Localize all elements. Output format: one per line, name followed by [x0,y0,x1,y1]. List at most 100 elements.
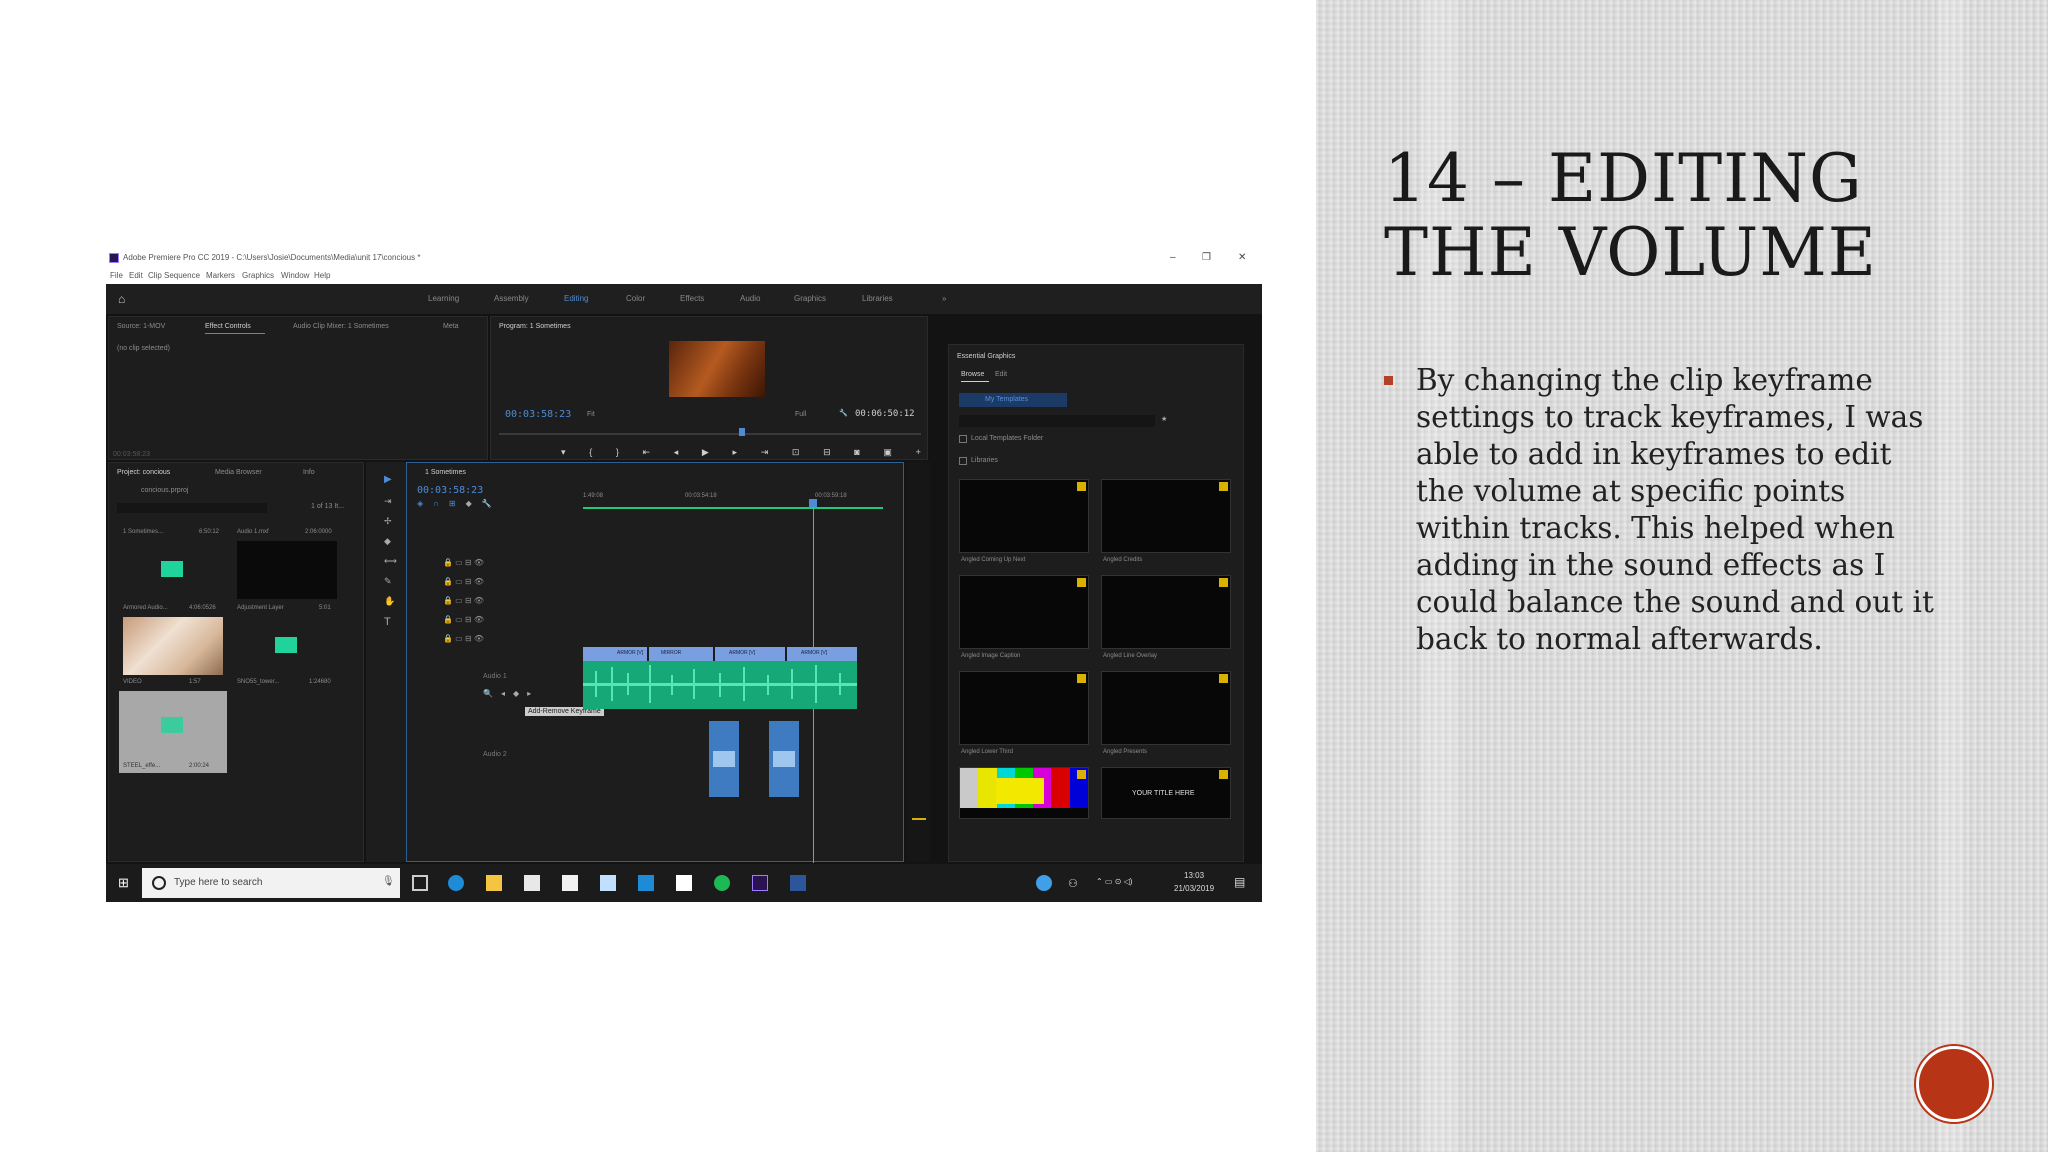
tab-info[interactable]: Info [303,469,315,476]
template-thumb[interactable] [959,575,1089,649]
premiere-taskbar-icon[interactable] [752,875,768,891]
workspace-assembly[interactable]: Assembly [494,294,529,303]
store-icon[interactable] [524,875,540,891]
project-item-thumb[interactable] [237,617,337,675]
star-icon[interactable]: ★ [1161,415,1167,423]
menu-sequence[interactable]: Sequence [164,271,200,280]
audio-clip[interactable] [583,661,857,709]
tab-source[interactable]: Source: 1-MOV [117,323,165,330]
marker-icon[interactable]: ▾ [561,447,566,457]
add-button-icon[interactable]: + [916,447,921,457]
template-thumb[interactable] [959,479,1089,553]
menu-clip[interactable]: Clip [148,271,162,280]
program-fit-select[interactable]: Fit [587,411,595,418]
clock-time[interactable]: 13:03 [1184,871,1204,880]
ripple-edit-tool-icon[interactable]: ✢ [384,516,392,527]
linked-selection-icon[interactable]: ⊞ [449,499,466,508]
lift-icon[interactable]: ⊡ [792,447,800,457]
menu-file[interactable]: File [110,271,123,280]
workspace-learning[interactable]: Learning [428,294,459,303]
tab-browse[interactable]: Browse [961,371,984,378]
edge-icon[interactable] [448,875,464,891]
snap-icon[interactable]: ∩ [433,499,449,508]
tray-app-icon[interactable] [1036,875,1052,891]
pen-tool-icon[interactable]: ✎ [384,576,392,587]
templates-dropdown[interactable]: My Templates [959,393,1067,407]
track-select-tool-icon[interactable]: ⇥ [384,496,392,507]
timeline-timecode[interactable]: 00:03:58:23 [417,485,483,496]
add-remove-keyframe-icon[interactable]: ◆ [513,689,527,698]
play-icon[interactable]: ▶ [702,447,709,457]
workspace-color[interactable]: Color [626,294,645,303]
mark-in-icon[interactable]: { [589,447,592,457]
extract-icon[interactable]: ⊟ [823,447,831,457]
type-tool-icon[interactable]: T [384,616,391,628]
close-icon[interactable]: ✕ [1238,252,1246,263]
dropbox-icon[interactable] [600,875,616,891]
step-forward-icon[interactable]: ▸ [733,447,738,457]
project-item-thumb[interactable] [119,691,227,773]
camera-icon[interactable]: ◙ [854,447,859,457]
people-icon[interactable]: ⚇ [1068,877,1078,890]
mail-icon[interactable] [676,875,692,891]
template-thumb[interactable] [1101,479,1231,553]
clock-date[interactable]: 21/03/2019 [1174,884,1214,893]
windows-start-icon[interactable]: ⊞ [118,875,129,891]
workspace-effects[interactable]: Effects [680,294,704,303]
playhead-handle[interactable] [809,499,817,507]
step-back-icon[interactable]: ◂ [674,447,679,457]
tab-metadata[interactable]: Meta [443,323,459,330]
hand-tool-icon[interactable]: ✋ [384,596,395,607]
mark-out-icon[interactable]: } [616,447,619,457]
menu-graphics[interactable]: Graphics [242,271,274,280]
nest-icon[interactable]: ◈ [417,499,433,508]
menu-window[interactable]: Window [281,271,309,280]
timeline-tab[interactable]: 1 Sometimes [425,469,466,476]
maximize-icon[interactable]: ❐ [1202,252,1211,263]
audio-clip[interactable] [709,721,739,797]
more-workspaces-icon[interactable]: » [942,294,946,303]
workspace-editing[interactable]: Editing [564,294,588,303]
next-keyframe-icon[interactable]: ▸ [527,689,539,698]
slip-tool-icon[interactable]: ⟷ [384,556,397,567]
timeline-settings-icon[interactable]: 🔧 [482,499,502,508]
workspace-graphics[interactable]: Graphics [794,294,826,303]
menu-help[interactable]: Help [314,271,330,280]
microphone-icon[interactable]: 🎙 [382,876,395,887]
action-center-icon[interactable]: ▤ [1234,875,1245,889]
template-thumb[interactable]: YOUR TITLE HERE [1101,767,1231,819]
add-marker-icon[interactable]: ◆ [466,499,482,508]
go-to-out-icon[interactable]: ⇥ [761,447,769,457]
video-clip[interactable]: ARMOR [V] [715,647,785,661]
template-thumb[interactable] [959,767,1089,819]
word-icon[interactable] [790,875,806,891]
template-thumb[interactable] [1101,575,1231,649]
workspace-audio[interactable]: Audio [740,294,760,303]
workspace-libraries[interactable]: Libraries [862,294,893,303]
wrench-icon[interactable]: 🔧 [839,409,848,417]
home-icon[interactable]: ⌂ [118,292,125,306]
notepad-icon[interactable] [562,875,578,891]
template-thumb[interactable] [959,671,1089,745]
template-thumb[interactable] [1101,671,1231,745]
minimize-icon[interactable]: – [1170,252,1176,263]
video-clip[interactable]: ARMOR [V] [583,647,647,661]
program-playhead[interactable] [739,428,745,436]
razor-tool-icon[interactable]: ◆ [384,536,391,547]
program-timecode[interactable]: 00:03:58:23 [505,409,571,420]
next-slide-button[interactable] [1916,1046,1992,1122]
taskbar-search[interactable]: Type here to search 🎙 [142,868,400,898]
file-explorer-icon[interactable] [486,875,502,891]
video-clip[interactable]: MIRROR [649,647,713,661]
tray-icons[interactable]: ⌃ ▭ ⊙ ◁) [1096,877,1132,886]
work-area-bar[interactable] [583,507,883,509]
tab-audio-clip-mixer[interactable]: Audio Clip Mixer: 1 Sometimes [293,323,389,330]
tab-media-browser[interactable]: Media Browser [215,469,262,476]
video-clip[interactable]: ARMOR [V] [787,647,857,661]
tab-edit[interactable]: Edit [995,371,1007,378]
audio-clip[interactable] [769,721,799,797]
go-to-in-icon[interactable]: ⇤ [643,447,651,457]
compare-icon[interactable]: ▣ [883,447,892,457]
selection-tool-icon[interactable]: ▶ [384,474,392,485]
libraries-checkbox[interactable] [959,457,967,465]
